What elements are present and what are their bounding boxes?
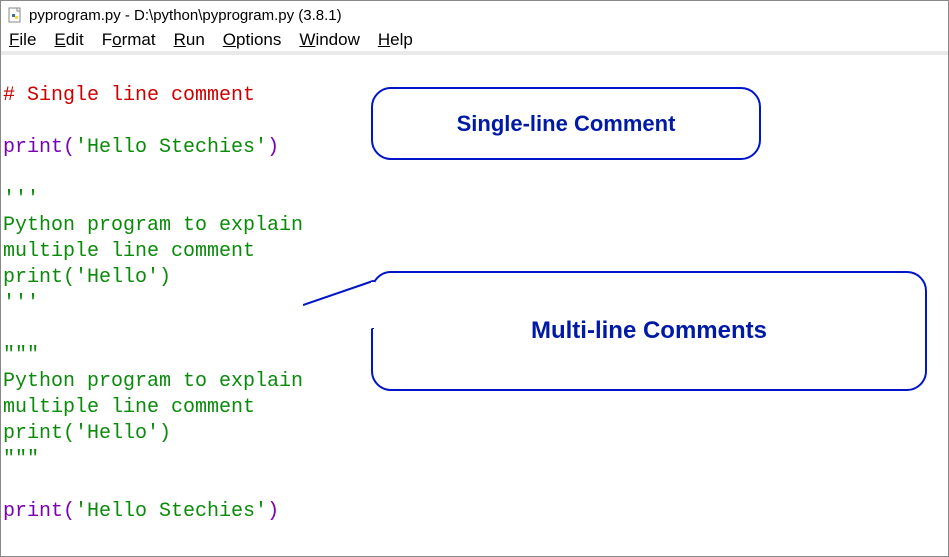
menu-options[interactable]: Options xyxy=(223,30,282,50)
identifier: print xyxy=(3,136,63,159)
menu-bar: File Edit Format Run Options Window Help xyxy=(1,29,948,55)
callout-single-line: Single-line Comment xyxy=(371,87,761,160)
string-delim: """ xyxy=(3,448,39,471)
code-line: # Single line comment xyxy=(3,84,255,107)
callout-multi-line: Multi-line Comments xyxy=(371,271,927,391)
docstring-line: multiple line comment xyxy=(3,396,255,419)
paren: ( xyxy=(63,136,75,159)
paren: ) xyxy=(267,500,279,523)
docstring-line: multiple line comment xyxy=(3,240,255,263)
paren: ) xyxy=(267,136,279,159)
string-delim: ''' xyxy=(3,292,39,315)
string-literal: 'Hello Stechies' xyxy=(75,500,267,523)
callout-single-label: Single-line Comment xyxy=(457,111,676,137)
python-file-icon xyxy=(7,7,23,23)
menu-edit[interactable]: Edit xyxy=(54,30,83,50)
callout-multi-label: Multi-line Comments xyxy=(531,317,767,345)
docstring-line: Python program to explain xyxy=(3,370,303,393)
menu-window[interactable]: Window xyxy=(299,30,359,50)
docstring-line: print('Hello') xyxy=(3,422,171,445)
title-bar: pyprogram.py - D:\python\pyprogram.py (3… xyxy=(1,1,948,29)
window-title: pyprogram.py - D:\python\pyprogram.py (3… xyxy=(29,7,342,24)
menu-file[interactable]: File xyxy=(9,30,36,50)
string-delim: ''' xyxy=(3,188,39,211)
string-delim: """ xyxy=(3,344,39,367)
docstring-line: print('Hello') xyxy=(3,266,171,289)
code-editor[interactable]: # Single line comment print('Hello Stech… xyxy=(3,57,303,525)
string-literal: 'Hello Stechies' xyxy=(75,136,267,159)
paren: ( xyxy=(63,500,75,523)
menu-run[interactable]: Run xyxy=(174,30,205,50)
identifier: print xyxy=(3,500,63,523)
docstring-line: Python program to explain xyxy=(3,214,303,237)
menu-help[interactable]: Help xyxy=(378,30,413,50)
menu-format[interactable]: Format xyxy=(102,30,156,50)
